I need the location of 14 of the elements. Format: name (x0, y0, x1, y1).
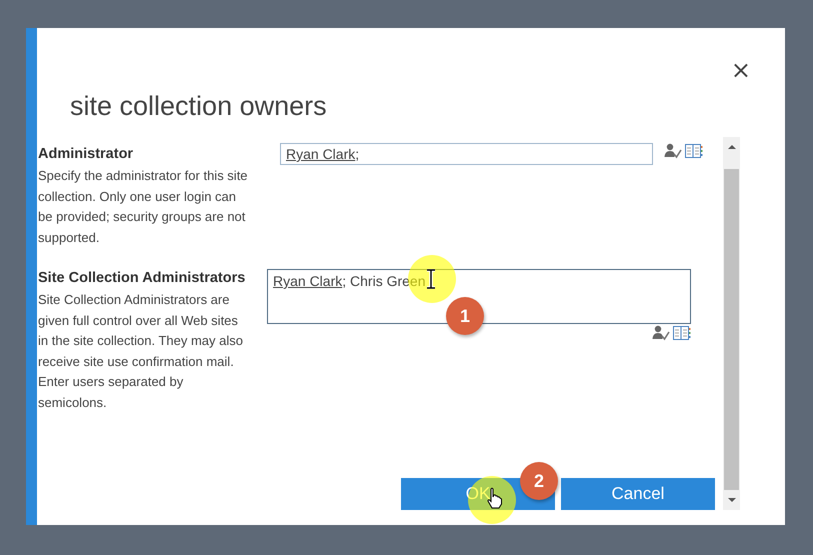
dialog-title: site collection owners (70, 91, 327, 122)
address-book-icon[interactable] (673, 325, 691, 341)
field-description: Specify the administrator for this site collection. Only one user login can be provided; security groups are not supported. (38, 167, 249, 247)
field-description: Site Collection Administrators are given full control over all Web sites in the site collection. They may also receive site use confirmation mail. Enter users separated by semicolons. (38, 291, 244, 412)
close-button[interactable]: × (730, 58, 751, 82)
text-cursor-icon (426, 269, 436, 289)
people-picker-field[interactable]: Ryan Clark; (280, 143, 653, 165)
address-book-icon[interactable] (685, 143, 703, 159)
cancel-button[interactable]: Cancel (561, 478, 715, 510)
field-label: Administrator (38, 145, 134, 164)
check-names-icon[interactable] (664, 143, 682, 159)
field-label: Site Collection Administrators (38, 269, 246, 288)
scrollbar[interactable] (723, 137, 740, 510)
check-names-icon[interactable] (652, 325, 670, 341)
